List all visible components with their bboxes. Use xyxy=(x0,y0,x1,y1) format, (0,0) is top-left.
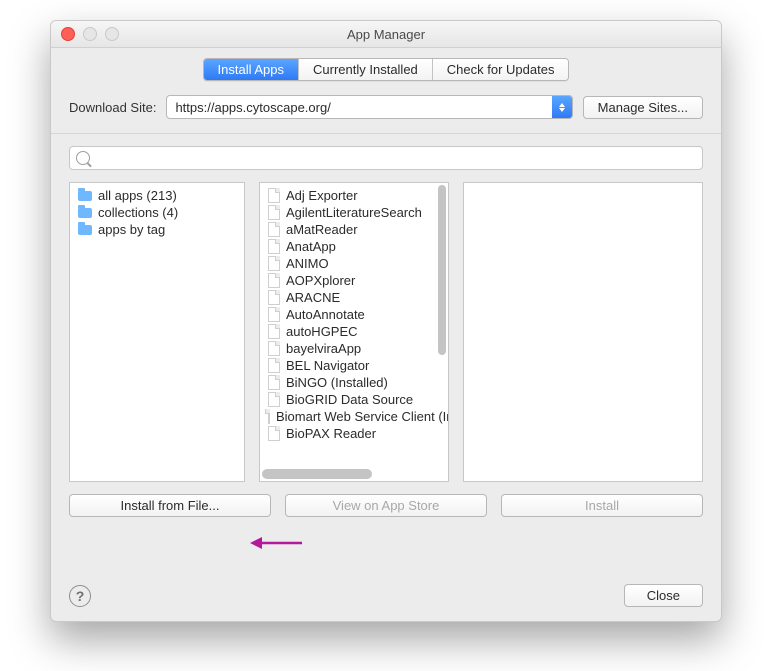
app-label: AOPXplorer xyxy=(286,273,355,288)
file-icon xyxy=(268,222,280,237)
horizontal-scrollbar[interactable] xyxy=(262,469,436,479)
app-label: autoHGPEC xyxy=(286,324,358,339)
footer: ? Close xyxy=(51,574,721,621)
app-label: AgilentLiteratureSearch xyxy=(286,205,422,220)
file-icon xyxy=(268,273,280,288)
download-site-label: Download Site: xyxy=(69,100,156,115)
apps-pane: Adj Exporter AgilentLiteratureSearch aMa… xyxy=(259,182,449,482)
content-area: all apps (213) collections (4) apps by t… xyxy=(51,134,721,527)
app-item[interactable]: BioPAX Reader xyxy=(262,425,446,442)
app-item[interactable]: AOPXplorer xyxy=(262,272,446,289)
tabs-row: Install Apps Currently Installed Check f… xyxy=(51,48,721,89)
search-box[interactable] xyxy=(69,146,703,170)
app-item[interactable]: ARACNE xyxy=(262,289,446,306)
app-item[interactable]: BEL Navigator xyxy=(262,357,446,374)
details-pane xyxy=(463,182,703,482)
app-item[interactable]: Adj Exporter xyxy=(262,187,446,204)
app-label: BEL Navigator xyxy=(286,358,369,373)
file-icon xyxy=(268,358,280,373)
app-label: Adj Exporter xyxy=(286,188,358,203)
category-pane: all apps (213) collections (4) apps by t… xyxy=(69,182,245,482)
help-icon[interactable]: ? xyxy=(69,585,91,607)
app-label: AnatApp xyxy=(286,239,336,254)
action-buttons: Install from File... View on App Store I… xyxy=(69,494,703,517)
app-label: AutoAnnotate xyxy=(286,307,365,322)
app-item[interactable]: aMatReader xyxy=(262,221,446,238)
category-label: all apps (213) xyxy=(98,188,177,203)
tab-group: Install Apps Currently Installed Check f… xyxy=(203,58,570,81)
app-label: ARACNE xyxy=(286,290,340,305)
folder-icon xyxy=(78,208,92,218)
category-item[interactable]: all apps (213) xyxy=(72,187,242,204)
file-icon xyxy=(268,324,280,339)
app-item[interactable]: Biomart Web Service Client (Installed) xyxy=(262,408,446,425)
file-icon xyxy=(268,392,280,407)
app-label: ANIMO xyxy=(286,256,329,271)
app-item[interactable]: ANIMO xyxy=(262,255,446,272)
file-icon xyxy=(268,307,280,322)
app-item[interactable]: bayelviraApp xyxy=(262,340,446,357)
file-icon xyxy=(268,256,280,271)
category-label: collections (4) xyxy=(98,205,178,220)
file-icon xyxy=(268,290,280,305)
folder-icon xyxy=(78,225,92,235)
close-button[interactable]: Close xyxy=(624,584,703,607)
search-input[interactable] xyxy=(96,150,696,167)
app-label: BioPAX Reader xyxy=(286,426,376,441)
file-icon xyxy=(268,205,280,220)
tab-install-apps[interactable]: Install Apps xyxy=(204,59,300,80)
manage-sites-button[interactable]: Manage Sites... xyxy=(583,96,703,119)
app-label: Biomart Web Service Client (Installed) xyxy=(276,409,448,424)
file-icon xyxy=(268,409,270,424)
combo-arrows-icon xyxy=(552,96,572,118)
apps-list[interactable]: Adj Exporter AgilentLiteratureSearch aMa… xyxy=(260,183,448,467)
install-button[interactable]: Install xyxy=(501,494,703,517)
category-item[interactable]: apps by tag xyxy=(72,221,242,238)
view-on-app-store-button[interactable]: View on App Store xyxy=(285,494,487,517)
app-label: aMatReader xyxy=(286,222,358,237)
vertical-scroll-thumb[interactable] xyxy=(438,185,446,355)
app-label: BioGRID Data Source xyxy=(286,392,413,407)
download-site-value: https://apps.cytoscape.org/ xyxy=(167,100,551,115)
install-from-file-button[interactable]: Install from File... xyxy=(69,494,271,517)
category-list[interactable]: all apps (213) collections (4) apps by t… xyxy=(70,183,244,481)
app-item[interactable]: AnatApp xyxy=(262,238,446,255)
app-label: BiNGO (Installed) xyxy=(286,375,388,390)
file-icon xyxy=(268,375,280,390)
app-item[interactable]: autoHGPEC xyxy=(262,323,446,340)
file-icon xyxy=(268,239,280,254)
file-icon xyxy=(268,426,280,441)
app-item[interactable]: BiNGO (Installed) xyxy=(262,374,446,391)
horizontal-scroll-thumb[interactable] xyxy=(262,469,372,479)
search-icon xyxy=(76,151,90,165)
download-site-combo[interactable]: https://apps.cytoscape.org/ xyxy=(166,95,572,119)
file-icon xyxy=(268,188,280,203)
app-item[interactable]: AutoAnnotate xyxy=(262,306,446,323)
app-label: bayelviraApp xyxy=(286,341,361,356)
app-manager-window: App Manager Install Apps Currently Insta… xyxy=(50,20,722,622)
app-item[interactable]: AgilentLiteratureSearch xyxy=(262,204,446,221)
folder-icon xyxy=(78,191,92,201)
window-title: App Manager xyxy=(51,27,721,42)
file-icon xyxy=(268,341,280,356)
tab-check-updates[interactable]: Check for Updates xyxy=(433,59,569,80)
vertical-scrollbar[interactable] xyxy=(438,185,446,465)
download-site-row: Download Site: https://apps.cytoscape.or… xyxy=(51,89,721,133)
titlebar: App Manager xyxy=(51,21,721,48)
category-item[interactable]: collections (4) xyxy=(72,204,242,221)
app-item[interactable]: BioGRID Data Source xyxy=(262,391,446,408)
panes: all apps (213) collections (4) apps by t… xyxy=(69,182,703,482)
tab-currently-installed[interactable]: Currently Installed xyxy=(299,59,433,80)
category-label: apps by tag xyxy=(98,222,165,237)
